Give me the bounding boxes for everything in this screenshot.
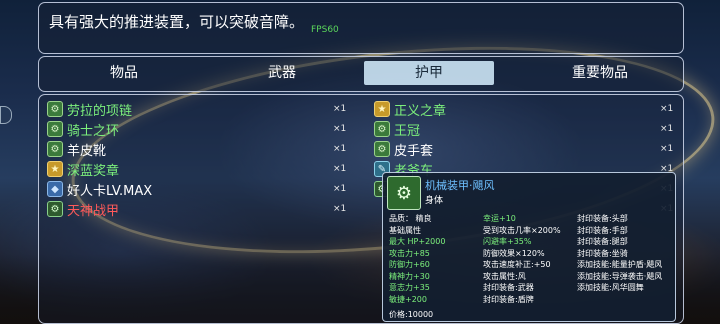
inventory-item[interactable]: ⚙ 劳拉的项链: [47, 100, 133, 119]
item-tooltip: ⚙ 机械装甲·飓风 身体 品质： 精良 基础属性最大 HP+2000 攻击力+85 防…: [382, 172, 676, 322]
inventory-item-quantity: ×1: [660, 104, 674, 114]
tooltip-stat: 封印装备:盾牌: [483, 294, 534, 304]
item-description: 具有强大的推进装置，可以突破音障。: [49, 13, 305, 31]
tooltip-item-name: 机械装甲·飓风: [425, 179, 495, 192]
star-icon: ★: [47, 161, 63, 177]
tooltip-stat: 品质： 精良: [389, 214, 432, 223]
inventory-item-quantity: ×1: [333, 124, 347, 134]
inventory-item[interactable]: ⚙ 羊皮靴: [47, 140, 107, 159]
gear-icon: ⚙: [47, 101, 63, 117]
inventory-item-name: 羊皮靴: [67, 143, 107, 159]
inventory-item-name: 王冠: [394, 123, 421, 139]
tooltip-stat: 幸运+10: [483, 214, 516, 223]
tooltip-stat: 闪避率+35%: [483, 237, 532, 246]
inventory-item-quantity: ×1: [660, 124, 674, 134]
tooltip-stat: 攻击属性:风: [483, 271, 526, 281]
inventory-item-quantity: ×1: [333, 204, 347, 214]
tab-key-items[interactable]: 重要物品: [535, 61, 665, 85]
inventory-item-quantity: ×1: [333, 164, 347, 174]
inventory-item-name: 好人卡LV.MAX: [67, 183, 153, 199]
tooltip-item-type: 身体: [425, 196, 444, 206]
fps-counter: FPS60: [311, 25, 339, 35]
tab-armor[interactable]: 护甲: [364, 61, 494, 85]
gear-icon: ⚙: [374, 121, 390, 137]
inventory-item[interactable]: ⚙ 天神战甲: [47, 200, 120, 219]
tooltip-stat: 添加技能:导弹袭击·飓风: [577, 271, 663, 281]
inventory-item[interactable]: ⚙ 皮手套: [374, 140, 434, 159]
tooltip-stat: 防御效果×120%: [483, 248, 545, 258]
side-menu-handle[interactable]: [0, 106, 12, 124]
inventory-item-name: 深蓝奖章: [67, 163, 120, 179]
tooltip-stat: 基础属性: [389, 225, 421, 235]
inventory-item[interactable]: ★ 深蓝奖章: [47, 160, 120, 179]
description-panel: 具有强大的推进装置，可以突破音障。 FPS60: [38, 2, 684, 54]
category-tabs: 物品 武器 护甲 重要物品: [38, 56, 684, 92]
tooltip-stat: 攻击力+85: [389, 248, 430, 258]
gear-icon: ⚙: [47, 141, 63, 157]
mech-armor-icon: ⚙: [387, 176, 421, 210]
inventory-item-name: 正义之章: [394, 103, 447, 119]
diamond-icon: ◆: [47, 181, 63, 197]
tooltip-stat: 精神力+30: [389, 271, 430, 281]
tooltip-stat: 敏捷+200: [389, 294, 427, 304]
inventory-item-name: 劳拉的项链: [67, 103, 133, 119]
tooltip-stat: 意志力+35: [389, 283, 430, 292]
tooltip-stat: 封印装备:手部: [577, 225, 628, 235]
tab-weapons[interactable]: 武器: [217, 61, 347, 85]
gear-icon: ⚙: [374, 141, 390, 157]
tooltip-stat: 封印装备:腿部: [577, 237, 628, 246]
tooltip-stat: 添加技能:能量护盾·飓风: [577, 260, 663, 269]
inventory-item-name: 天神战甲: [67, 203, 120, 219]
inventory-item[interactable]: ★ 正义之章: [374, 100, 447, 119]
inventory-item-quantity: ×1: [333, 104, 347, 114]
inventory-item-quantity: ×1: [660, 144, 674, 154]
inventory-item-name: 皮手套: [394, 143, 434, 159]
tab-items[interactable]: 物品: [59, 61, 189, 85]
inventory-item[interactable]: ⚙ 骑士之环: [47, 120, 120, 139]
tooltip-stat: 最大 HP+2000: [389, 237, 446, 246]
gear-icon: ⚙: [47, 121, 63, 137]
tooltip-stat: 防御力+60: [389, 260, 430, 269]
inventory-item-quantity: ×1: [333, 144, 347, 154]
mech-icon: ⚙: [47, 201, 63, 217]
tooltip-price: 价格:10000: [389, 310, 434, 319]
tooltip-stat: 封印装备:头部: [577, 214, 628, 223]
inventory-item-quantity: ×1: [333, 184, 347, 194]
inventory-item[interactable]: ◆ 好人卡LV.MAX: [47, 180, 153, 199]
tooltip-stat: 封印装备:武器: [483, 283, 534, 292]
tooltip-stat: 添加技能:风华圆舞: [577, 283, 644, 292]
tooltip-stat: 攻击速度补正:+50: [483, 260, 551, 269]
inventory-item[interactable]: ⚙ 王冠: [374, 120, 421, 139]
inventory-item-name: 骑士之环: [67, 123, 120, 139]
tooltip-stat: 封印装备:坐骑: [577, 248, 628, 258]
star-icon: ★: [374, 101, 390, 117]
tooltip-stat: 受到攻击几率×200%: [483, 225, 561, 235]
